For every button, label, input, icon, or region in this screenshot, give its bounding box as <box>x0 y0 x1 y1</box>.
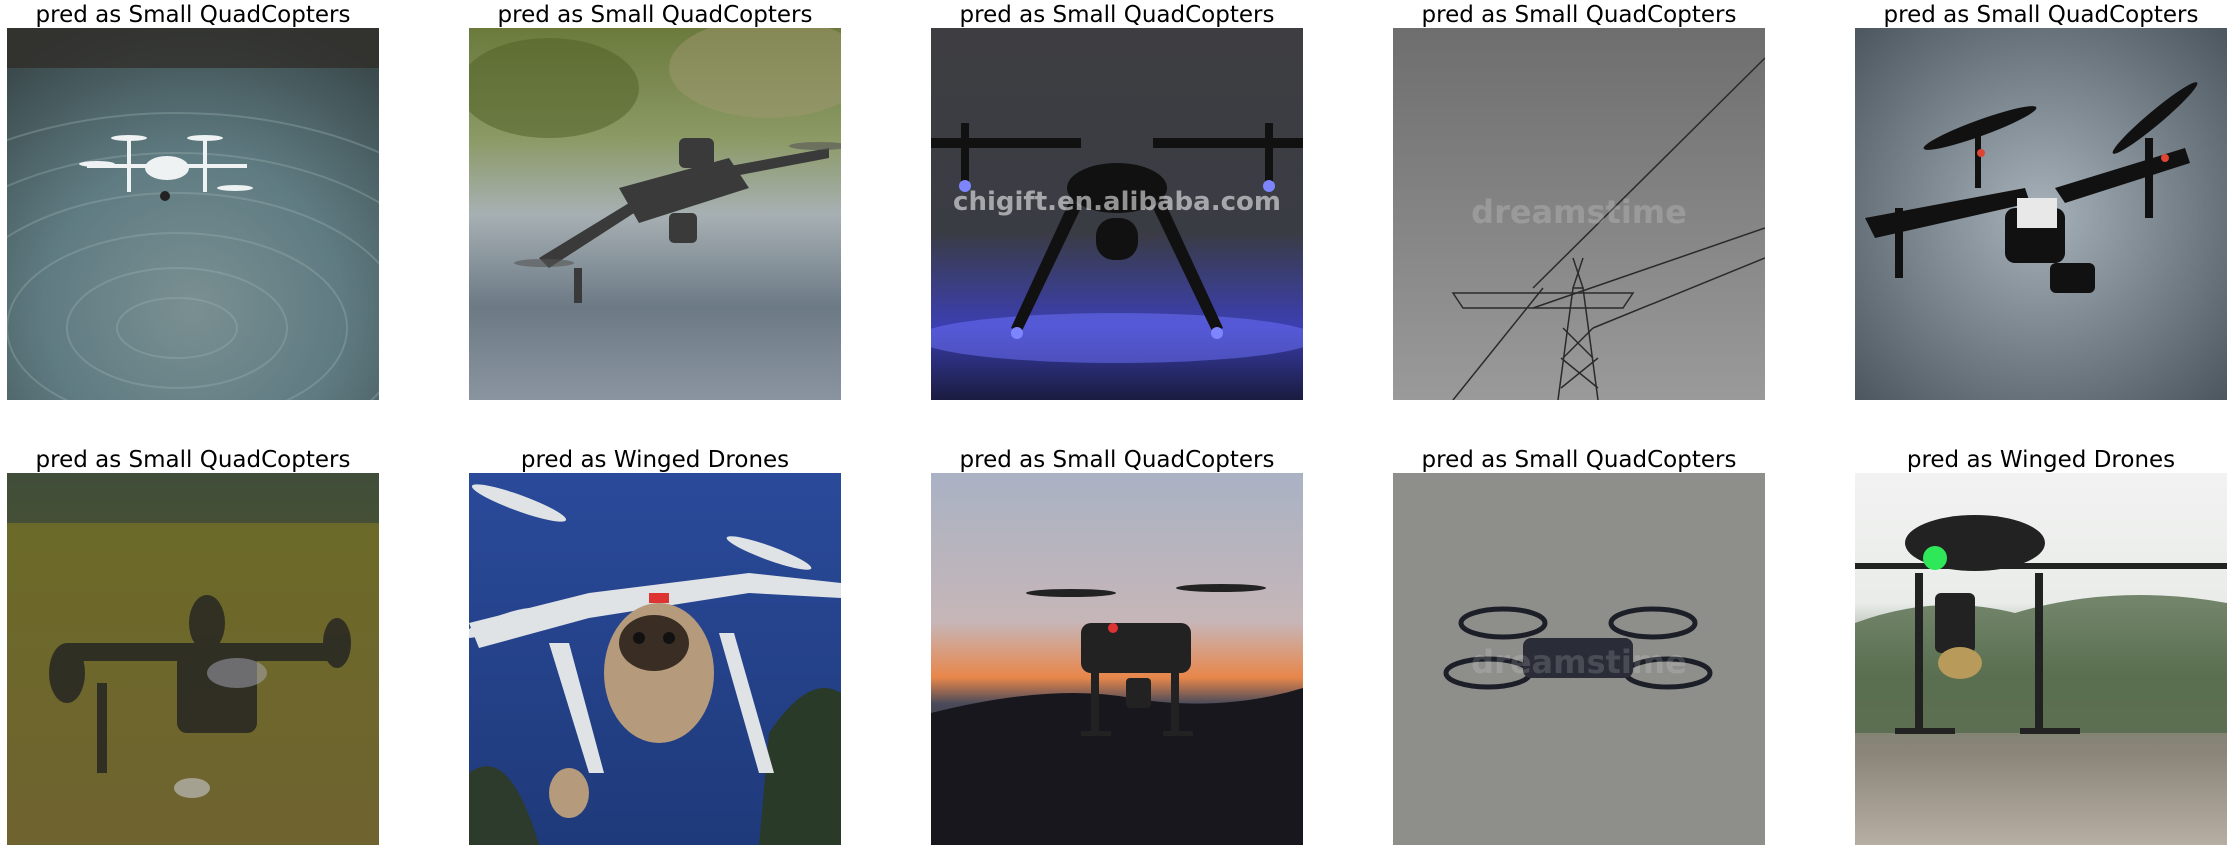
sunset-drone-image <box>931 473 1303 845</box>
prediction-caption: pred as Winged Drones <box>1906 447 2176 473</box>
small-drone-image: dreamstime <box>1393 473 1765 845</box>
prediction-caption: pred as Small QuadCopters <box>35 2 351 28</box>
watermark-text: dreamstime <box>1471 193 1687 231</box>
prediction-caption: pred as Winged Drones <box>520 447 790 473</box>
drone-photo: chigift.en.alibaba.com <box>931 28 1303 400</box>
drone-photo <box>7 473 379 845</box>
green-light-drone-image <box>1855 473 2227 845</box>
pug-drone-image <box>469 473 841 845</box>
drone-over-field-image <box>7 473 379 845</box>
drone-photo <box>931 473 1303 845</box>
prediction-caption: pred as Small QuadCopters <box>497 2 813 28</box>
drone-photo <box>469 28 841 400</box>
folding-drone-image <box>469 28 841 400</box>
watermark-text: chigift.en.alibaba.com <box>953 187 1281 217</box>
prediction-caption: pred as Small QuadCopters <box>1421 2 1737 28</box>
prediction-caption: pred as Small QuadCopters <box>1883 2 2199 28</box>
prediction-caption: pred as Small QuadCopters <box>959 447 1275 473</box>
prediction-grid: pred as Small QuadCopters pred as Small … <box>0 0 2232 851</box>
prediction-caption: pred as Small QuadCopters <box>959 2 1275 28</box>
watermark-text: dreamstime <box>1471 643 1687 681</box>
drone-photo <box>469 473 841 845</box>
prediction-caption: pred as Small QuadCopters <box>35 447 351 473</box>
drone-photo <box>1855 28 2227 400</box>
prediction-caption: pred as Small QuadCopters <box>1421 447 1737 473</box>
drone-photo: dreamstime <box>1393 473 1765 845</box>
camera-drone-image <box>1855 28 2227 400</box>
drone-photo: dreamstime <box>1393 28 1765 400</box>
power-pylon-image: dreamstime <box>1393 28 1765 400</box>
drone-photo <box>7 28 379 400</box>
blue-light-drone-image: chigift.en.alibaba.com <box>931 28 1303 400</box>
drone-over-water-image <box>7 28 379 400</box>
drone-photo <box>1855 473 2227 845</box>
